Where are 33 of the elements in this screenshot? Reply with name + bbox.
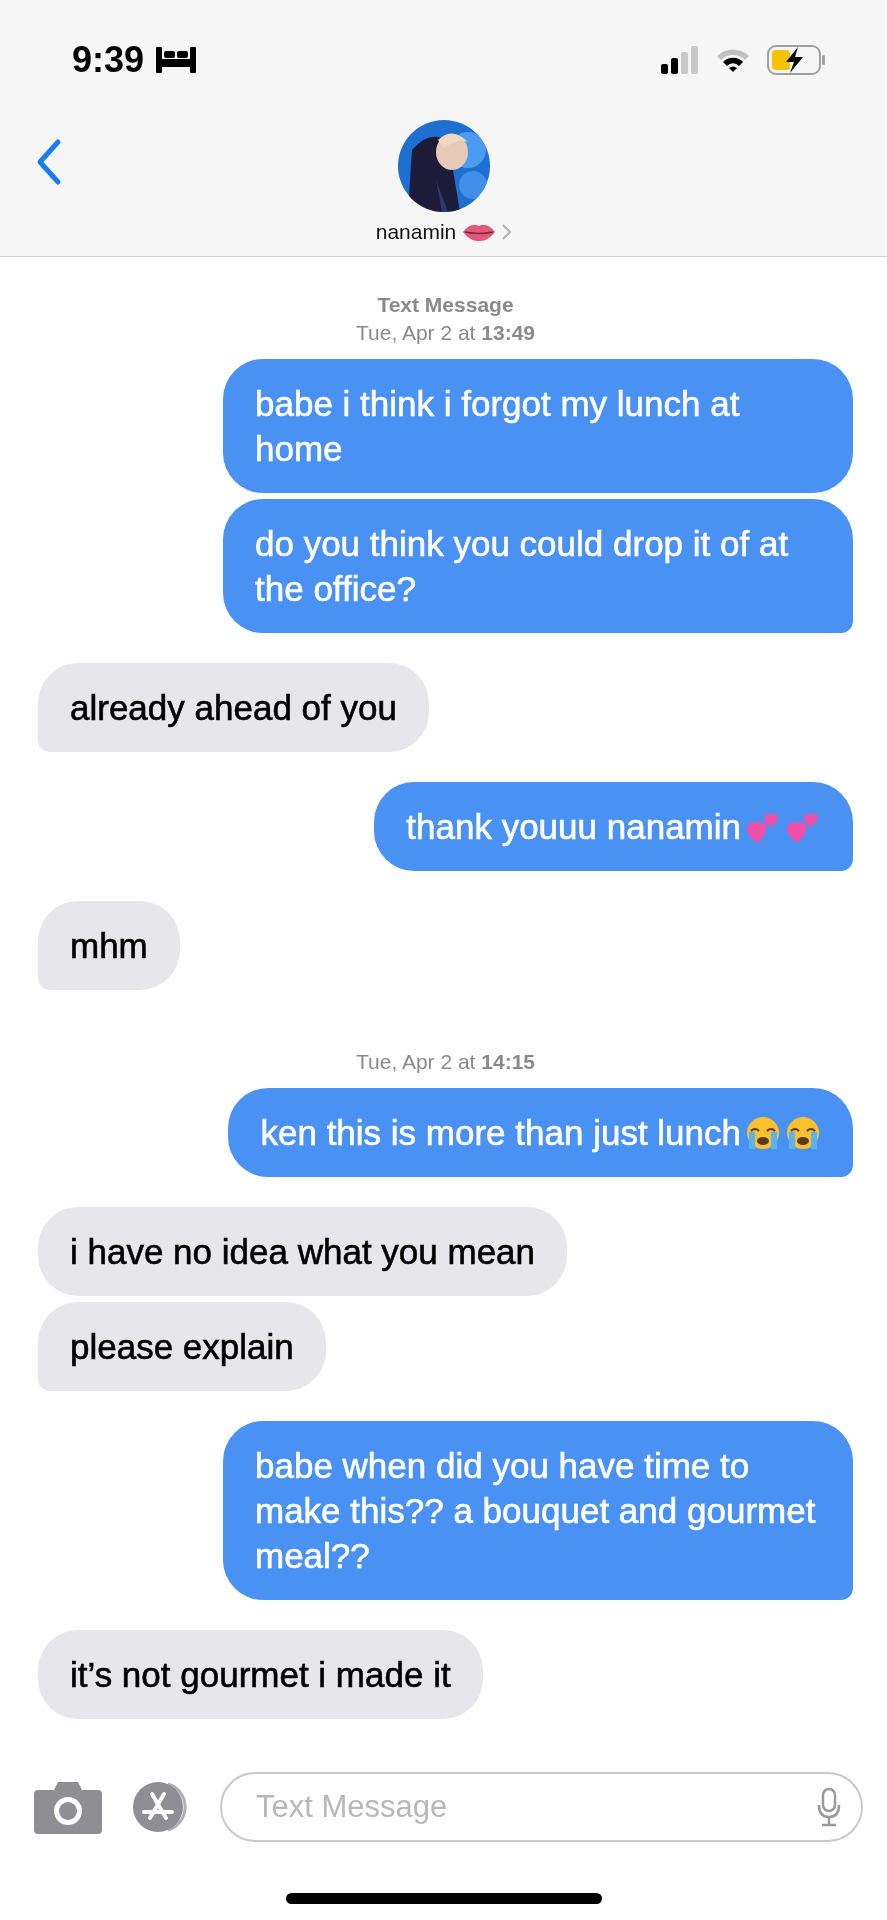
message-text: do you think you could drop it of at the office? [255, 524, 789, 608]
bed-icon [156, 47, 197, 73]
message-text: thank youuu nanamin [406, 807, 741, 846]
contact-name[interactable]: nanamin [375, 220, 457, 244]
message-text: babe i think i forgot my lunch at home [255, 384, 740, 468]
message-bubble[interactable]: mhm [38, 901, 180, 990]
message-text: ken this is more than just lunch [260, 1113, 741, 1152]
message-bubble[interactable]: already ahead of you [38, 663, 429, 752]
lips-icon [462, 222, 497, 242]
wifi-icon [715, 47, 751, 73]
message-text: mhm [70, 926, 148, 965]
chevron-right-icon [502, 224, 512, 240]
message-bubble[interactable]: please explain [38, 1302, 326, 1391]
status-time: 9:39 [72, 39, 145, 81]
message-bubble[interactable]: it’s not gourmet i made it [38, 1630, 483, 1719]
signal-icon [661, 46, 699, 74]
timestamp: Tue, Apr 2 at 14:15 [356, 1049, 535, 1075]
battery-charging-icon [767, 45, 827, 75]
conversation-label: Text Message [376, 292, 515, 318]
crying-emoji-icon [745, 1115, 781, 1151]
camera-button[interactable] [34, 1780, 102, 1834]
message-bubble[interactable]: i have no idea what you mean [38, 1207, 568, 1296]
chevron-left-icon [36, 138, 62, 186]
message-text: it’s not gourmet i made it [70, 1655, 451, 1694]
message-text: please explain [70, 1327, 294, 1366]
timestamp: Tue, Apr 2 at 13:49 [356, 320, 535, 346]
message-text: i have no idea what you mean [70, 1232, 536, 1271]
message-text: already ahead of you [70, 688, 397, 727]
microphone-icon[interactable] [817, 1787, 841, 1827]
crying-emoji-icon [785, 1115, 821, 1151]
camera-icon [34, 1780, 102, 1834]
message-input-field[interactable]: Text Message [220, 1772, 863, 1842]
message-text: babe when did you have time to make this?? a bouquet and gourmet meal?? [255, 1446, 816, 1575]
